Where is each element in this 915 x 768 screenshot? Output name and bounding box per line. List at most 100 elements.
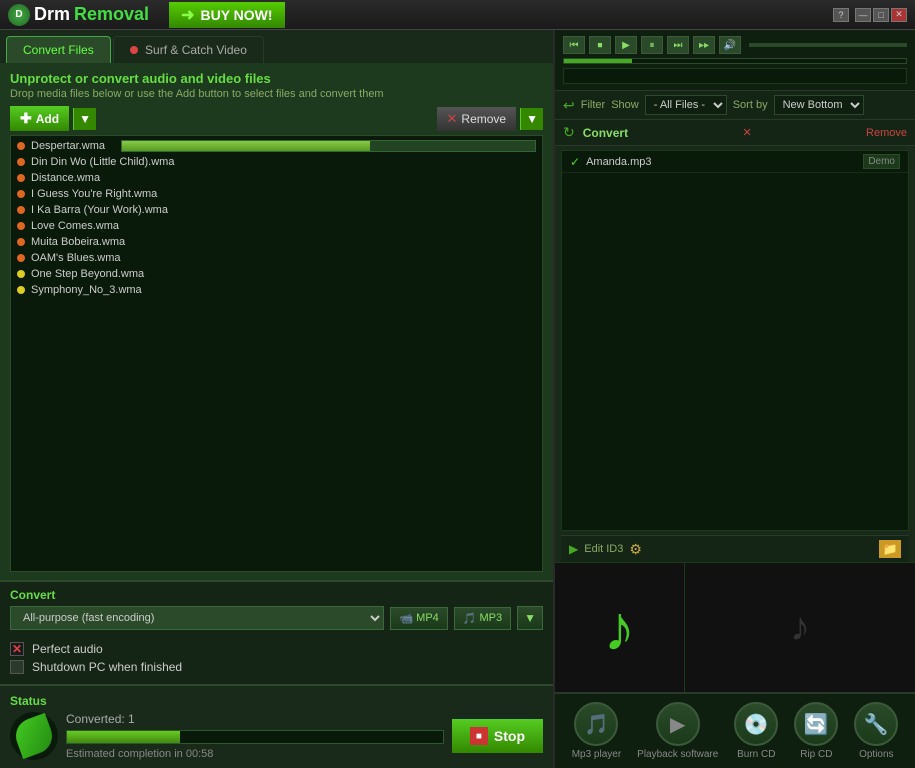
file-name-0: Despertar.wma — [31, 140, 105, 152]
playlist-item-0[interactable]: ✓ Amanda.mp3 Demo — [562, 151, 908, 173]
options-section: ✕ Perfect audio Shutdown PC when finishe… — [0, 636, 553, 684]
logo-drm: Drm — [34, 4, 70, 25]
add-dropdown-button[interactable]: ▼ — [73, 108, 96, 130]
convert-files-area: Unprotect or convert audio and video fil… — [0, 63, 553, 580]
file-status-dot-5 — [17, 222, 25, 230]
status-row: Converted: 1 Estimated completion in 00:… — [10, 712, 543, 760]
tabs: Convert Files Surf & Catch Video — [0, 30, 553, 63]
filter-select[interactable]: - All Files - — [645, 95, 727, 115]
playlist-header: ↻ Convert ✕ Remove — [555, 120, 915, 146]
gear-icon[interactable]: ⚙ — [629, 541, 642, 558]
file-item-6[interactable]: Muita Bobeira.wma — [13, 234, 540, 250]
add-label: Add — [36, 112, 59, 126]
stop-button[interactable]: ■ Stop — [452, 719, 543, 753]
playlist-name-0: Amanda.mp3 — [586, 156, 857, 168]
sort-select[interactable]: New Bottom — [774, 95, 864, 115]
edit-id3-arrow-icon: ▶ — [569, 542, 578, 556]
format-select[interactable]: All-purpose (fast encoding) — [10, 606, 384, 630]
tab-surf-catch-label: Surf & Catch Video — [145, 43, 247, 57]
file-item-7[interactable]: OAM's Blues.wma — [13, 250, 540, 266]
tab-convert-files[interactable]: Convert Files — [6, 36, 111, 63]
shutdown-checkbox[interactable] — [10, 660, 24, 674]
play-button[interactable]: ▶ — [615, 36, 637, 54]
conversion-progress-fill — [67, 731, 180, 743]
playback-software-icon: ▶ — [656, 702, 700, 746]
edit-id3-title: Edit ID3 — [584, 543, 623, 555]
rewind-button[interactable]: ⏮ — [563, 36, 585, 54]
file-item-9[interactable]: Symphony_No_3.wma — [13, 282, 540, 298]
burn-cd-button[interactable]: 💿 Burn CD — [734, 702, 778, 760]
stop-player-button[interactable]: ⏹ — [589, 36, 611, 54]
mp4-format-button[interactable]: 📹 MP4 — [390, 607, 447, 630]
edit-id3-header: ▶ Edit ID3 ⚙ 📁 — [561, 536, 909, 562]
shutdown-label: Shutdown PC when finished — [32, 660, 182, 674]
mp3-player-button[interactable]: 🎵 Mp3 player — [572, 702, 621, 760]
more-button[interactable]: ▸▸ — [693, 36, 715, 54]
playlist-convert-label[interactable]: Convert — [583, 126, 628, 140]
file-status-dot-7 — [17, 254, 25, 262]
perfect-audio-row: ✕ Perfect audio — [10, 642, 543, 656]
bottom-toolbar: 🎵 Mp3 player ▶ Playback software 💿 Burn … — [555, 692, 915, 768]
music-note-small-icon: ♪ — [790, 605, 810, 650]
minimize-button[interactable]: — — [855, 8, 871, 22]
file-item-3[interactable]: I Guess You're Right.wma — [13, 186, 540, 202]
perfect-audio-checkbox[interactable]: ✕ — [10, 642, 24, 656]
logo-removal: Removal — [74, 4, 149, 25]
close-button[interactable]: ✕ — [891, 8, 907, 22]
shutdown-row: Shutdown PC when finished — [10, 660, 543, 674]
playback-software-label: Playback software — [637, 749, 718, 760]
buy-now-label: BUY NOW! — [200, 7, 272, 23]
media-player: ⏮ ⏹ ▶ ⏸ ⏭ ▸▸ 🔊 — [555, 30, 915, 91]
file-item-2[interactable]: Distance.wma — [13, 170, 540, 186]
player-progress-fill — [564, 59, 632, 63]
music-note-large-icon: ♪ — [604, 591, 636, 665]
filter-label: Filter — [581, 99, 605, 111]
options-button[interactable]: 🔧 Options — [854, 702, 898, 760]
leaf-icon — [11, 713, 57, 759]
file-item-5[interactable]: Love Comes.wma — [13, 218, 540, 234]
playback-software-button[interactable]: ▶ Playback software — [637, 702, 718, 760]
file-item-1[interactable]: Din Din Wo (Little Child).wma — [13, 154, 540, 170]
buy-now-button[interactable]: ➜ BUY NOW! — [169, 2, 284, 28]
format-dropdown-button[interactable]: ▼ — [517, 606, 543, 630]
volume-slider[interactable] — [749, 43, 907, 47]
tab-convert-files-label: Convert Files — [23, 43, 94, 57]
tab-dot-icon — [130, 46, 138, 54]
rip-cd-label: Rip CD — [800, 749, 832, 760]
remove-dropdown-button[interactable]: ▼ — [520, 108, 543, 130]
volume-button[interactable]: 🔊 — [719, 36, 741, 54]
file-name-5: Love Comes.wma — [31, 220, 119, 232]
file-status-dot-6 — [17, 238, 25, 246]
burn-cd-icon: 💿 — [734, 702, 778, 746]
file-name-6: Muita Bobeira.wma — [31, 236, 125, 248]
file-name-4: I Ka Barra (Your Work).wma — [31, 204, 168, 216]
maximize-button[interactable]: □ — [873, 8, 889, 22]
pause-button[interactable]: ⏸ — [641, 36, 663, 54]
help-button[interactable]: ? — [833, 8, 849, 22]
remove-label: Remove — [461, 112, 506, 126]
estimated-text: Estimated completion in 00:58 — [66, 748, 444, 760]
fast-forward-button[interactable]: ⏭ — [667, 36, 689, 54]
mp3-format-button[interactable]: 🎵 MP3 — [454, 607, 511, 630]
remove-button[interactable]: ✕ Remove — [437, 107, 517, 131]
title-bar: D DrmRemoval ➜ BUY NOW! ? — □ ✕ — [0, 0, 915, 30]
convert-section: Convert All-purpose (fast encoding) 📹 MP… — [0, 580, 553, 636]
file-name-9: Symphony_No_3.wma — [31, 284, 142, 296]
rip-cd-button[interactable]: 🔄 Rip CD — [794, 702, 838, 760]
sort-label: Sort by — [733, 99, 768, 111]
file-item-0[interactable]: Despertar.wma — [13, 138, 540, 154]
tab-surf-catch[interactable]: Surf & Catch Video — [113, 36, 264, 63]
file-item-8[interactable]: One Step Beyond.wma — [13, 266, 540, 282]
file-status-dot-3 — [17, 190, 25, 198]
section-heading: Unprotect or convert audio and video fil… — [10, 71, 543, 86]
back-icon[interactable]: ↩ — [563, 97, 575, 114]
album-area: ♪ ♪ — [555, 562, 915, 692]
add-button[interactable]: ✚ Add — [10, 106, 69, 131]
player-progress-bar[interactable] — [563, 58, 907, 64]
playlist-remove-label[interactable]: Remove — [866, 127, 907, 139]
file-item-4[interactable]: I Ka Barra (Your Work).wma — [13, 202, 540, 218]
folder-icon[interactable]: 📁 — [879, 540, 901, 558]
playlist-remove-icon[interactable]: ✕ — [742, 126, 751, 139]
convert-section-label: Convert — [10, 588, 543, 602]
rip-cd-icon: 🔄 — [794, 702, 838, 746]
